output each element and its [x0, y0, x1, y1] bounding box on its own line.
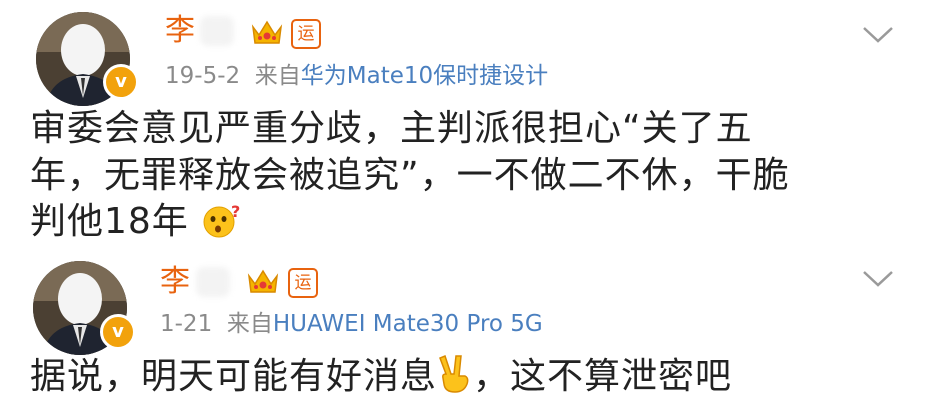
post-text-after: ，这不算泄密吧 [473, 356, 733, 397]
verified-badge: v [103, 64, 139, 100]
post-meta: 19-5-2 来自华为Mate10保时捷设计 [165, 62, 548, 90]
redacted-name [196, 267, 230, 297]
post-date: 1-21 [160, 311, 213, 337]
level-badge: 运 [288, 268, 318, 298]
crown-icon [247, 269, 279, 293]
post-text-line-2: 年，无罪释放会被追究”，一不做二不休，干脆 [30, 155, 790, 196]
post-text-line-3: 判他18年 ? [30, 200, 243, 244]
level-badge: 运 [291, 19, 321, 49]
redacted-name [200, 16, 234, 46]
post-text-line-3-text: 判他18年 [30, 201, 189, 242]
surprised-face-icon: ? [203, 203, 241, 238]
svg-text:?: ? [231, 203, 241, 221]
post-text-line-1: 审委会意见严重分歧，主判派很担心“关了五 [30, 108, 753, 149]
verified-badge: v [100, 314, 136, 350]
author-name[interactable]: 李 [160, 265, 190, 299]
chevron-down-icon[interactable] [862, 270, 894, 288]
from-label: 来自 [254, 63, 301, 89]
post-card-2: v 李 运 1-21 来自HUAWEI Mate30 Pro 5G 据说，明天可… [0, 258, 926, 409]
chevron-down-icon[interactable] [862, 26, 894, 44]
post-card-1: v 李 运 19-5-2 来自华为Mate10保时捷设计 审委会意见严重分歧，主… [0, 0, 926, 258]
author-name[interactable]: 李 [165, 14, 195, 48]
source-link[interactable]: HUAWEI Mate30 Pro 5G [273, 311, 543, 337]
post-text: 据说，明天可能有好消息 ，这不算泄密吧 [30, 354, 732, 399]
from-label: 来自 [226, 311, 273, 337]
post-meta: 1-21 来自HUAWEI Mate30 Pro 5G [160, 310, 543, 338]
post-date: 19-5-2 [165, 63, 241, 89]
source-link[interactable]: 华为Mate10保时捷设计 [301, 63, 548, 89]
victory-hand-icon [439, 355, 469, 393]
crown-icon [251, 20, 283, 44]
post-text-before: 据说，明天可能有好消息 [30, 356, 438, 397]
